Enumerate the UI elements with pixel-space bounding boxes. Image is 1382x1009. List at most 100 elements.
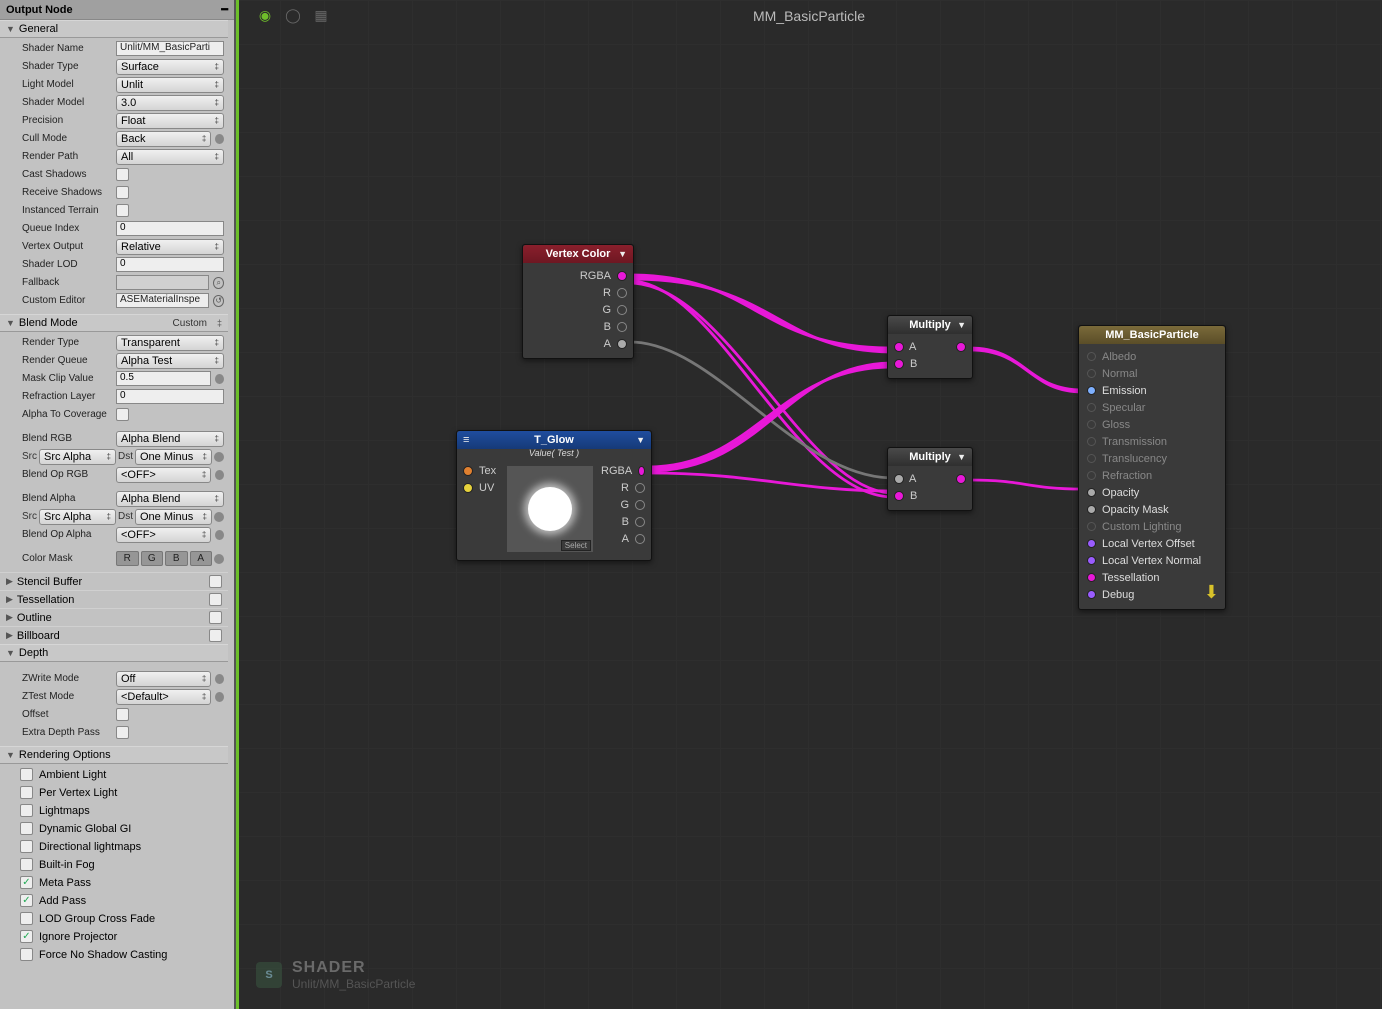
vertex-output-select[interactable]: Relative bbox=[116, 239, 224, 255]
port-out-r[interactable] bbox=[617, 288, 627, 298]
port-in-b[interactable] bbox=[894, 359, 904, 369]
color-mask-b[interactable]: B bbox=[165, 551, 188, 566]
rendering-option-checkbox[interactable] bbox=[20, 840, 33, 853]
rendering-option-checkbox[interactable] bbox=[20, 948, 33, 961]
src-alpha-select[interactable]: Src Alpha bbox=[39, 509, 116, 525]
port-out-rgba[interactable] bbox=[617, 271, 627, 281]
blend-rgb-select[interactable]: Alpha Blend bbox=[116, 431, 224, 447]
queue-index-field[interactable]: 0 bbox=[116, 221, 224, 236]
node-graph-canvas[interactable]: ◉ ◯ ▦ MM_BasicParticle bbox=[236, 0, 1382, 1009]
port-out-b[interactable] bbox=[617, 322, 627, 332]
port-out-a[interactable] bbox=[617, 339, 627, 349]
rendering-option-checkbox[interactable] bbox=[20, 786, 33, 799]
stencil-enable-checkbox[interactable] bbox=[209, 575, 222, 588]
instanced-terrain-checkbox[interactable] bbox=[116, 204, 129, 217]
foldout-stencil[interactable]: ▶Stencil Buffer bbox=[0, 572, 228, 590]
node-output[interactable]: MM_BasicParticle AlbedoNormalEmissionSpe… bbox=[1078, 325, 1226, 610]
port-in[interactable] bbox=[1087, 420, 1096, 429]
color-mask-g[interactable]: G bbox=[141, 551, 164, 566]
port-in[interactable] bbox=[1087, 369, 1096, 378]
shader-model-select[interactable]: 3.0 bbox=[116, 95, 224, 111]
precision-select[interactable]: Float bbox=[116, 113, 224, 129]
section-header-blend[interactable]: ▼ Blend Mode Custom ‡ bbox=[0, 314, 228, 332]
light-model-select[interactable]: Unlit bbox=[116, 77, 224, 93]
rendering-option-checkbox[interactable] bbox=[20, 768, 33, 781]
color-mask-r[interactable]: R bbox=[116, 551, 139, 566]
render-queue-select[interactable]: Alpha Test bbox=[116, 353, 224, 369]
port-out-b[interactable] bbox=[635, 517, 645, 527]
port-out-a[interactable] bbox=[635, 534, 645, 544]
rendering-option-checkbox[interactable]: ✓ bbox=[20, 894, 33, 907]
render-path-select[interactable]: All bbox=[116, 149, 224, 165]
dst-rgb-select[interactable]: One Minus bbox=[135, 449, 212, 465]
rendering-option-checkbox[interactable]: ✓ bbox=[20, 930, 33, 943]
port-in[interactable] bbox=[1087, 539, 1096, 548]
shader-type-select[interactable]: Surface bbox=[116, 59, 224, 75]
port-in[interactable] bbox=[1087, 488, 1096, 497]
node-tglow[interactable]: ≡ T_Glow ▼ Value( Test ) Tex UV Select bbox=[456, 430, 652, 561]
port-in[interactable] bbox=[1087, 386, 1096, 395]
port-in[interactable] bbox=[1087, 522, 1096, 531]
rendering-option-checkbox[interactable] bbox=[20, 912, 33, 925]
fallback-picker-icon[interactable]: ⌕ bbox=[213, 277, 224, 289]
inspector-scroll[interactable]: ▼ General Shader NameUnlit/MM_BasicParti… bbox=[0, 20, 234, 1009]
rendering-option-checkbox[interactable] bbox=[20, 858, 33, 871]
custom-editor-reset-icon[interactable]: ↺ bbox=[213, 295, 224, 307]
billboard-enable-checkbox[interactable] bbox=[209, 629, 222, 642]
alpha-to-coverage-checkbox[interactable] bbox=[116, 408, 129, 421]
port-in[interactable] bbox=[1087, 471, 1096, 480]
node-menu-icon[interactable]: ≡ bbox=[463, 434, 469, 446]
ztest-select[interactable]: <Default> bbox=[116, 689, 211, 705]
port-out-g[interactable] bbox=[635, 500, 645, 510]
src-rgb-select[interactable]: Src Alpha bbox=[39, 449, 116, 465]
foldout-tessellation[interactable]: ▶Tessellation bbox=[0, 590, 228, 608]
offset-checkbox[interactable] bbox=[116, 708, 129, 721]
rendering-option-checkbox[interactable] bbox=[20, 804, 33, 817]
port-in-a[interactable] bbox=[894, 342, 904, 352]
texture-select-button[interactable]: Select bbox=[561, 540, 591, 551]
zwrite-select[interactable]: Off bbox=[116, 671, 211, 687]
receive-shadows-checkbox[interactable] bbox=[116, 186, 129, 199]
dst-alpha-select[interactable]: One Minus bbox=[135, 509, 212, 525]
minimize-icon[interactable]: ━ bbox=[221, 3, 228, 16]
render-type-select[interactable]: Transparent bbox=[116, 335, 224, 351]
tessellation-enable-checkbox[interactable] bbox=[209, 593, 222, 606]
port-in[interactable] bbox=[1087, 403, 1096, 412]
foldout-outline[interactable]: ▶Outline bbox=[0, 608, 228, 626]
blend-alpha-select[interactable]: Alpha Blend bbox=[116, 491, 224, 507]
rendering-option-checkbox[interactable]: ✓ bbox=[20, 876, 33, 889]
port-out[interactable] bbox=[956, 342, 966, 352]
port-in-tex[interactable] bbox=[463, 466, 473, 476]
cast-shadows-checkbox[interactable] bbox=[116, 168, 129, 181]
custom-editor-field[interactable]: ASEMaterialInspe bbox=[116, 293, 209, 308]
blend-mode-value[interactable]: Custom bbox=[173, 318, 213, 329]
extra-depth-checkbox[interactable] bbox=[116, 726, 129, 739]
port-in-a[interactable] bbox=[894, 474, 904, 484]
node-multiply-a[interactable]: Multiply ▼ A B bbox=[887, 315, 973, 379]
port-in[interactable] bbox=[1087, 590, 1096, 599]
port-out-rgba[interactable] bbox=[638, 466, 645, 476]
color-mask-a[interactable]: A bbox=[190, 551, 213, 566]
texture-preview[interactable]: Select bbox=[507, 466, 593, 552]
fallback-field[interactable] bbox=[116, 275, 209, 290]
port-in[interactable] bbox=[1087, 573, 1096, 582]
port-in[interactable] bbox=[1087, 352, 1096, 361]
node-vertex-color[interactable]: Vertex Color ▼ RGBA R G B A bbox=[522, 244, 634, 359]
collapse-icon[interactable]: ▼ bbox=[957, 452, 966, 462]
collapse-icon[interactable]: ▼ bbox=[957, 320, 966, 330]
port-in-uv[interactable] bbox=[463, 483, 473, 493]
blend-op-alpha-select[interactable]: <OFF> bbox=[116, 527, 211, 543]
section-header-general[interactable]: ▼ General bbox=[0, 20, 228, 38]
shader-name-field[interactable]: Unlit/MM_BasicParti bbox=[116, 41, 224, 56]
section-header-rendopts[interactable]: ▼ Rendering Options bbox=[0, 746, 228, 764]
cull-mode-select[interactable]: Back bbox=[116, 131, 211, 147]
foldout-billboard[interactable]: ▶Billboard bbox=[0, 626, 228, 644]
node-multiply-b[interactable]: Multiply ▼ A B bbox=[887, 447, 973, 511]
shader-lod-field[interactable]: 0 bbox=[116, 257, 224, 272]
color-mask[interactable]: R G B A bbox=[116, 551, 212, 566]
port-out-g[interactable] bbox=[617, 305, 627, 315]
refraction-layer-field[interactable]: 0 bbox=[116, 389, 224, 404]
port-in[interactable] bbox=[1087, 505, 1096, 514]
blend-op-rgb-select[interactable]: <OFF> bbox=[116, 467, 211, 483]
mask-clip-field[interactable]: 0.5 bbox=[116, 371, 211, 386]
